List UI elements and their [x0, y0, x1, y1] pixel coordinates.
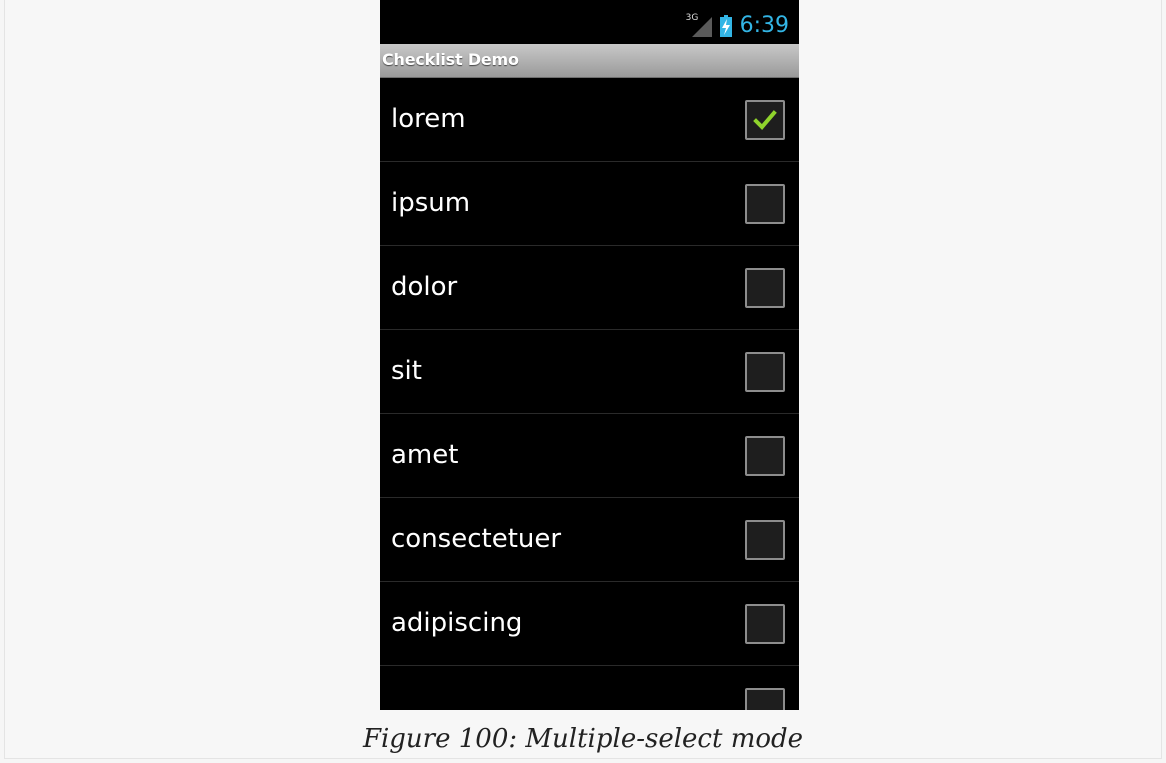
list-item[interactable]: consectetuer	[380, 498, 799, 582]
list-item[interactable]: sit	[380, 330, 799, 414]
checkbox[interactable]	[745, 352, 785, 392]
list-item-partial[interactable]	[380, 666, 799, 710]
checkbox[interactable]	[745, 520, 785, 560]
battery-charging-icon	[719, 15, 732, 37]
list-item-label: adipiscing	[391, 608, 523, 638]
checkbox[interactable]	[745, 436, 785, 476]
checkbox[interactable]	[745, 688, 785, 710]
list-item-label: dolor	[391, 272, 458, 302]
phone-screen: 3G 6:39 Checklist Demo lorem ipsum dolor…	[380, 0, 799, 710]
list-item-label: ipsum	[391, 188, 471, 218]
list-item[interactable]: dolor	[380, 246, 799, 330]
checkbox[interactable]	[745, 268, 785, 308]
checkbox[interactable]	[745, 604, 785, 644]
status-indicators: 3G 6:39	[686, 14, 789, 38]
action-bar: Checklist Demo	[380, 44, 799, 78]
list-item[interactable]: lorem	[380, 78, 799, 162]
list-item[interactable]: amet	[380, 414, 799, 498]
list-item-label: consectetuer	[391, 524, 562, 554]
list-item-label: amet	[391, 440, 459, 470]
figure-caption: Figure 100: Multiple-select mode	[362, 724, 804, 754]
checkbox-checked[interactable]	[745, 100, 785, 140]
checklist: lorem ipsum dolor sit amet consectetuer	[380, 78, 799, 710]
list-item[interactable]: adipiscing	[380, 582, 799, 666]
checkbox[interactable]	[745, 184, 785, 224]
list-item-label: sit	[391, 356, 422, 386]
list-item[interactable]: ipsum	[380, 162, 799, 246]
signal-icon: 3G	[686, 14, 712, 38]
app-title: Checklist Demo	[382, 50, 519, 69]
list-item-label: lorem	[391, 104, 466, 134]
status-bar: 3G 6:39	[380, 0, 799, 44]
clock: 6:39	[739, 13, 789, 38]
checkmark-icon	[753, 110, 777, 130]
